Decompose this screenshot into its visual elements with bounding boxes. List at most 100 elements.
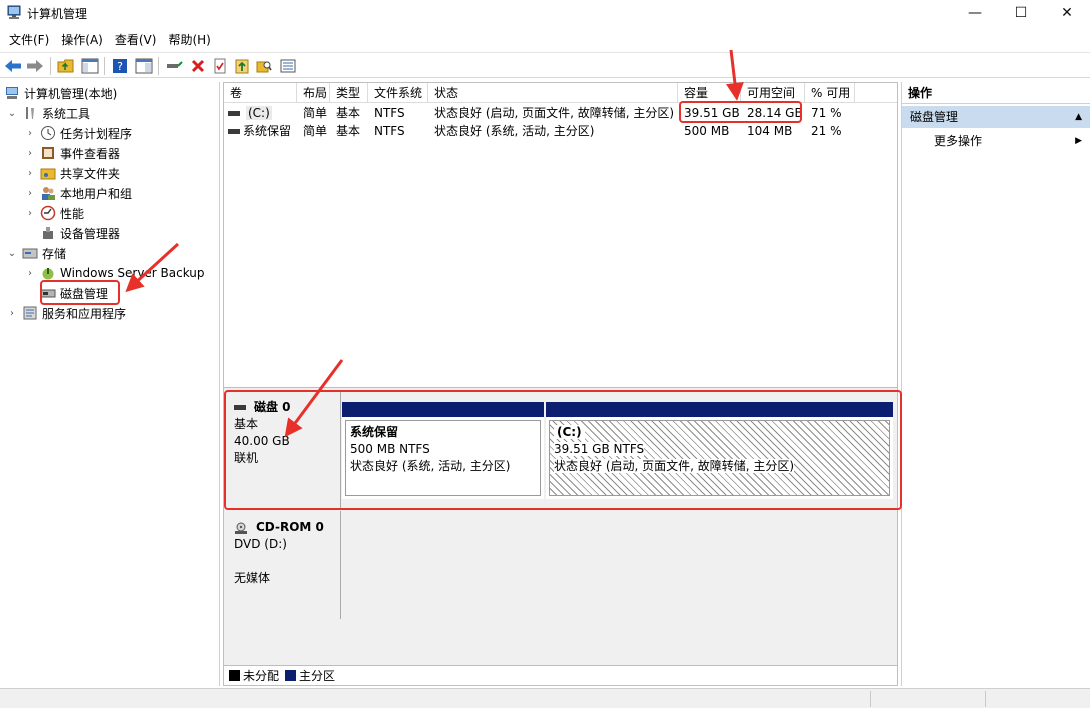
- list-view-icon[interactable]: [278, 56, 298, 76]
- search-folder-icon[interactable]: [254, 56, 274, 76]
- menu-view[interactable]: 查看(V): [110, 31, 162, 48]
- maximize-button[interactable]: ☐: [998, 0, 1044, 26]
- partition-status: 状态良好 (系统, 活动, 主分区): [350, 459, 511, 473]
- tree-item-system-tools[interactable]: ⌄ 系统工具: [6, 103, 90, 123]
- tree-label-disk-management: 磁盘管理: [60, 286, 109, 301]
- tree-item-local-users[interactable]: › 本地用户和组: [24, 183, 132, 203]
- clock-icon: [41, 126, 55, 140]
- disk-icon: [234, 405, 246, 410]
- tree-item-task-scheduler[interactable]: › 任务计划程序: [24, 123, 132, 143]
- cdrom-0-label[interactable]: CD-ROM 0 DVD (D:) 无媒体: [224, 511, 341, 619]
- show-hide-tree-icon[interactable]: [80, 56, 100, 76]
- close-button[interactable]: ✕: [1044, 0, 1090, 26]
- cell-volume: (C:): [246, 106, 272, 120]
- collapse-arrow-icon[interactable]: ▲: [1075, 106, 1082, 128]
- chevron-right-icon[interactable]: ›: [24, 147, 36, 159]
- menu-help[interactable]: 帮助(H): [163, 31, 215, 48]
- partition-status: 状态良好 (启动, 页面文件, 故障转储, 主分区): [554, 459, 795, 473]
- tree-label-device-manager: 设备管理器: [60, 226, 121, 241]
- device-manager-icon: [43, 227, 53, 239]
- users-icon: [42, 187, 55, 200]
- cdrom-0-state: 无媒体: [234, 571, 271, 585]
- cell-filesystem: NTFS: [374, 106, 405, 120]
- forward-arrow-icon[interactable]: [25, 56, 45, 76]
- unallocated-swatch: [229, 670, 240, 681]
- menu-file[interactable]: 文件(F): [4, 31, 54, 48]
- title-bar: 计算机管理 — ☐ ✕: [0, 0, 1090, 26]
- event-viewer-icon: [42, 147, 54, 159]
- cdrom-icon: [235, 522, 247, 534]
- properties-icon[interactable]: [210, 56, 230, 76]
- more-actions-item[interactable]: 更多操作 ▶: [902, 130, 1090, 152]
- delete-icon[interactable]: [188, 56, 208, 76]
- connect-icon[interactable]: [164, 56, 184, 76]
- tree-root[interactable]: 计算机管理(本地): [4, 83, 117, 103]
- table-row[interactable]: (C:) 简单 基本 NTFS 状态良好 (启动, 页面文件, 故障转储, 主分…: [224, 104, 897, 122]
- import-icon[interactable]: [232, 56, 252, 76]
- help-icon[interactable]: ?: [110, 56, 130, 76]
- tree-item-shared-folders[interactable]: › 共享文件夹: [24, 163, 120, 183]
- tree-item-windows-backup[interactable]: › Windows Server Backup: [24, 263, 205, 283]
- column-header-capacity[interactable]: 容量: [678, 83, 741, 103]
- volume-icon: [228, 129, 240, 134]
- more-actions-label: 更多操作: [934, 134, 983, 148]
- column-header-type[interactable]: 类型: [330, 83, 368, 103]
- chevron-right-icon[interactable]: ›: [24, 267, 36, 279]
- view-pane-icon[interactable]: [134, 56, 154, 76]
- column-header-volume[interactable]: 卷: [224, 83, 297, 103]
- partition-legend: 未分配 主分区: [224, 665, 897, 685]
- partition-system-reserved[interactable]: 系统保留 500 MB NTFS 状态良好 (系统, 活动, 主分区): [342, 402, 544, 499]
- minimize-button[interactable]: —: [952, 0, 998, 26]
- chevron-down-icon[interactable]: ⌄: [6, 107, 18, 119]
- up-folder-icon[interactable]: [56, 56, 76, 76]
- partition-name: (C:): [554, 425, 585, 439]
- status-bar: [0, 688, 1090, 708]
- disk-0-label[interactable]: 磁盘 0 基本 40.00 GB 联机: [224, 391, 341, 509]
- tree-item-device-manager[interactable]: 设备管理器: [40, 223, 120, 243]
- cell-type: 基本: [336, 106, 361, 120]
- submenu-arrow-icon: ▶: [1075, 136, 1082, 146]
- back-arrow-icon[interactable]: [3, 56, 23, 76]
- column-header-free-space[interactable]: 可用空间: [741, 83, 805, 103]
- menu-action[interactable]: 操作(A): [56, 31, 108, 48]
- primary-partition-swatch: [285, 670, 297, 681]
- cell-status: 状态良好 (系统, 活动, 主分区): [434, 124, 595, 138]
- cell-percent-free: 21 %: [811, 124, 842, 138]
- cell-free-space: 28.14 GB: [747, 106, 803, 120]
- table-row[interactable]: 系统保留 简单 基本 NTFS 状态良好 (系统, 活动, 主分区) 500 M…: [224, 122, 897, 140]
- storage-icon: [22, 248, 38, 259]
- tree-label-system-tools: 系统工具: [42, 106, 91, 121]
- chevron-right-icon[interactable]: ›: [6, 307, 18, 319]
- volume-icon: [228, 111, 240, 116]
- tree-label-services-apps: 服务和应用程序: [42, 306, 127, 321]
- column-header-percent-free[interactable]: % 可用: [805, 83, 855, 103]
- column-header-status[interactable]: 状态: [428, 83, 678, 103]
- actions-section-disk-management[interactable]: 磁盘管理 ▲: [902, 106, 1090, 128]
- tree-item-storage[interactable]: ⌄ 存储: [6, 243, 66, 263]
- disk-0-state: 联机: [234, 451, 259, 465]
- chevron-right-icon[interactable]: ›: [24, 207, 36, 219]
- partition-size-fs: 500 MB NTFS: [350, 442, 430, 456]
- disk-0-type: 基本: [234, 417, 259, 431]
- tree-label-event-viewer: 事件查看器: [60, 146, 121, 161]
- svg-text:?: ?: [117, 60, 123, 73]
- window-title: 计算机管理: [27, 7, 88, 21]
- cell-capacity: 500 MB: [684, 124, 730, 138]
- chevron-right-icon[interactable]: ›: [24, 167, 36, 179]
- chevron-right-icon[interactable]: ›: [24, 187, 36, 199]
- tree-item-performance[interactable]: › 性能: [24, 203, 84, 223]
- column-header-filesystem[interactable]: 文件系统: [368, 83, 428, 103]
- column-header-layout[interactable]: 布局: [297, 83, 330, 103]
- tree-item-disk-management[interactable]: 磁盘管理: [40, 283, 108, 303]
- tree-label-local-users: 本地用户和组: [60, 186, 133, 201]
- tree-item-services-apps[interactable]: › 服务和应用程序: [6, 303, 126, 323]
- tree-label-performance: 性能: [60, 206, 85, 221]
- partition-name: 系统保留: [350, 425, 399, 439]
- partition-c-drive[interactable]: (C:) 39.51 GB NTFS 状态良好 (启动, 页面文件, 故障转储,…: [546, 402, 893, 499]
- chevron-right-icon[interactable]: ›: [24, 127, 36, 139]
- performance-icon: [40, 205, 56, 221]
- legend-unallocated: 未分配: [243, 669, 280, 683]
- chevron-down-icon[interactable]: ⌄: [6, 247, 18, 259]
- tree-item-event-viewer[interactable]: › 事件查看器: [24, 143, 120, 163]
- backup-icon: [42, 268, 54, 280]
